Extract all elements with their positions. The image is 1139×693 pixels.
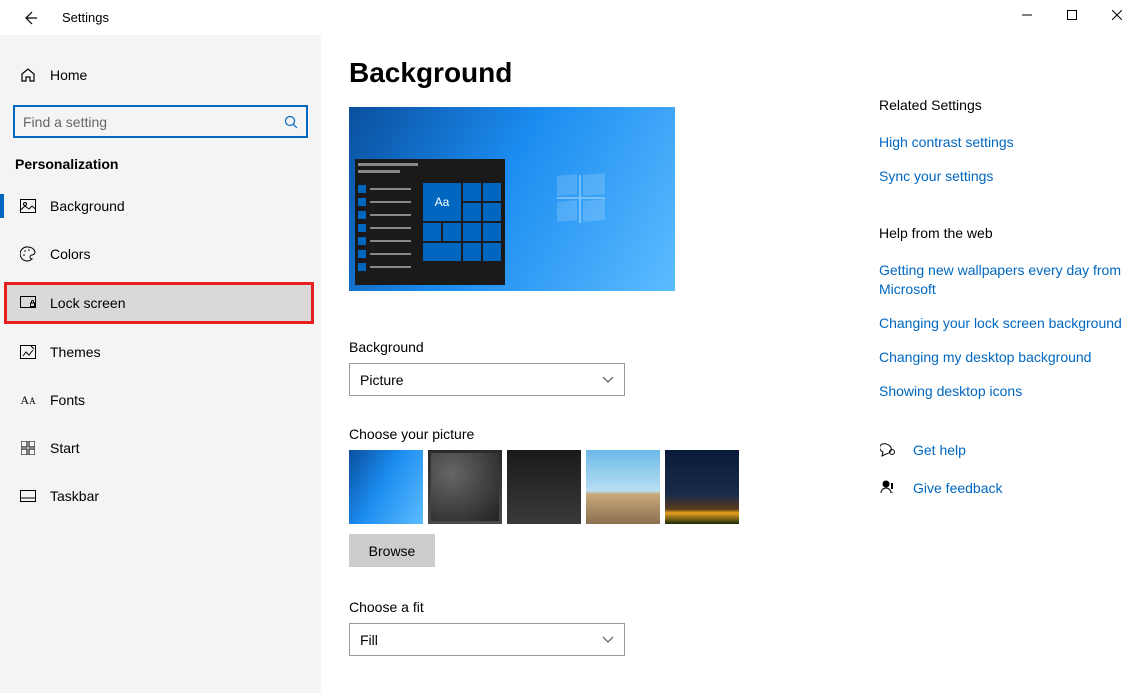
sidebar-category: Personalization [0,156,321,186]
sidebar-item-themes[interactable]: Themes [0,332,321,372]
sidebar-item-label: Taskbar [50,488,99,504]
help-link[interactable]: Changing your lock screen background [879,314,1139,332]
titlebar: Settings [0,0,1139,35]
chevron-down-icon [602,636,614,644]
palette-icon [18,244,38,264]
picture-thumb[interactable] [428,450,502,524]
page-title: Background [349,57,849,89]
picture-thumb[interactable] [349,450,423,524]
background-preview: Aa [349,107,675,291]
give-feedback-link[interactable]: Give feedback [913,479,1003,497]
start-icon [18,438,38,458]
sidebar-item-label: Start [50,440,80,456]
get-help-icon [879,440,899,460]
main-content: Background Aa [349,57,849,693]
sidebar-item-background[interactable]: Background [0,186,321,226]
picture-thumbnails [349,450,849,524]
picture-icon [18,196,38,216]
choose-fit-label: Choose a fit [349,599,849,615]
fonts-icon: AA [18,390,38,410]
close-button[interactable] [1094,0,1139,30]
right-column: Related Settings High contrast settings … [879,57,1139,693]
picture-thumb[interactable] [507,450,581,524]
close-icon [1112,10,1122,20]
picture-thumb[interactable] [586,450,660,524]
back-button[interactable] [20,8,40,28]
arrow-left-icon [22,10,38,26]
feedback-icon [879,478,899,498]
fit-value: Fill [360,632,378,648]
sidebar-home[interactable]: Home [0,55,321,95]
sidebar-item-colors[interactable]: Colors [0,234,321,274]
minimize-icon [1022,10,1032,20]
taskbar-icon [18,486,38,506]
sidebar-item-label: Themes [50,344,101,360]
sidebar-item-label: Fonts [50,392,85,408]
help-link[interactable]: Changing my desktop background [879,348,1139,366]
maximize-button[interactable] [1049,0,1094,30]
sidebar-item-label: Lock screen [50,295,125,311]
lockscreen-icon [18,293,38,313]
help-link[interactable]: Getting new wallpapers every day from Mi… [879,261,1139,297]
sidebar-item-label: Colors [50,246,90,262]
search-box[interactable] [13,105,308,138]
search-icon [284,115,298,129]
preview-tile-text: Aa [423,183,461,221]
minimize-button[interactable] [1004,0,1049,30]
sidebar-item-taskbar[interactable]: Taskbar [0,476,321,516]
browse-button-label: Browse [369,543,416,559]
choose-picture-label: Choose your picture [349,426,849,442]
sidebar-home-label: Home [50,67,87,83]
search-input[interactable] [23,114,284,130]
related-link[interactable]: High contrast settings [879,133,1139,151]
sidebar-item-start[interactable]: Start [0,428,321,468]
background-type-label: Background [349,339,849,355]
browse-button[interactable]: Browse [349,534,435,567]
picture-thumb[interactable] [665,450,739,524]
related-settings-heading: Related Settings [879,97,1139,113]
background-type-select[interactable]: Picture [349,363,625,396]
window-title: Settings [62,10,109,25]
sidebar: Home Personalization Background Colors [0,35,321,693]
help-heading: Help from the web [879,225,1139,241]
themes-icon [18,342,38,362]
related-link[interactable]: Sync your settings [879,167,1139,185]
sidebar-item-lock-screen[interactable]: Lock screen [4,282,314,324]
window-controls [1004,0,1139,30]
home-icon [18,65,38,85]
sidebar-item-label: Background [50,198,125,214]
help-link[interactable]: Showing desktop icons [879,382,1139,400]
background-type-value: Picture [360,372,404,388]
get-help-link[interactable]: Get help [913,441,966,459]
sidebar-item-fonts[interactable]: AA Fonts [0,380,321,420]
windows-logo-icon [557,175,605,223]
chevron-down-icon [602,376,614,384]
maximize-icon [1067,10,1077,20]
fit-select[interactable]: Fill [349,623,625,656]
